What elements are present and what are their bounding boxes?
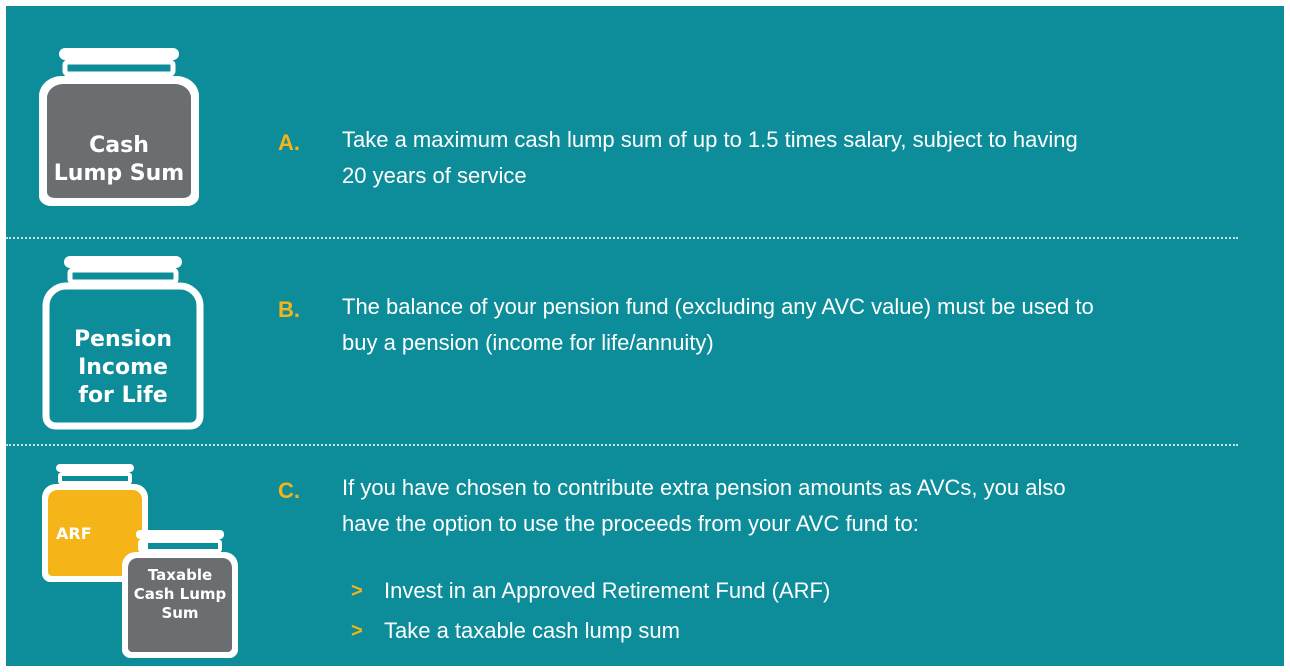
option-c-text: If you have chosen to contribute extra p… — [342, 470, 1066, 542]
option-b-text: The balance of your pension fund (exclud… — [342, 289, 1094, 361]
option-a-line: Take a maximum cash lump sum of up to 1.… — [342, 127, 1078, 152]
option-a-text: Take a maximum cash lump sum of up to 1.… — [342, 122, 1078, 194]
option-a-line: 20 years of service — [342, 163, 527, 188]
jar-label-line: Cash Lump — [133, 585, 227, 603]
option-c-line: have the option to use the proceeds from… — [342, 511, 919, 536]
sub-option-arf: Invest in an Approved Retirement Fund (A… — [384, 578, 831, 603]
jar-label-line: for Life — [78, 383, 168, 408]
pension-income-jar-icon: Pension Income for Life — [42, 256, 204, 430]
jar-label-line: Sum — [161, 604, 199, 622]
section-divider — [6, 237, 1238, 239]
sub-option-taxable-cash: Take a taxable cash lump sum — [384, 618, 680, 643]
jar-label-line: Lump Sum — [53, 161, 185, 186]
taxable-cash-jar-icon: Taxable Cash Lump Sum — [120, 530, 240, 658]
jar-label-line: Pension — [73, 327, 173, 352]
option-c-line: If you have chosen to contribute extra p… — [342, 475, 1066, 500]
bullet-chevron-icon: > — [351, 620, 363, 642]
infographic-panel: Cash Lump Sum A. Take a maximum cash lum… — [6, 6, 1284, 666]
option-c-letter: C. — [278, 478, 300, 503]
jar-label-line: Income — [78, 355, 168, 380]
jar-label-line: Cash — [89, 133, 149, 158]
option-b-line: buy a pension (income for life/annuity) — [342, 330, 714, 355]
option-a-letter: A. — [278, 130, 300, 155]
section-divider — [6, 444, 1238, 446]
jar-label-line: Taxable — [147, 566, 213, 584]
cash-lump-sum-jar-icon: Cash Lump Sum — [37, 48, 201, 206]
option-b-letter: B. — [278, 297, 300, 322]
option-b-line: The balance of your pension fund (exclud… — [342, 294, 1094, 319]
bullet-chevron-icon: > — [351, 580, 363, 602]
